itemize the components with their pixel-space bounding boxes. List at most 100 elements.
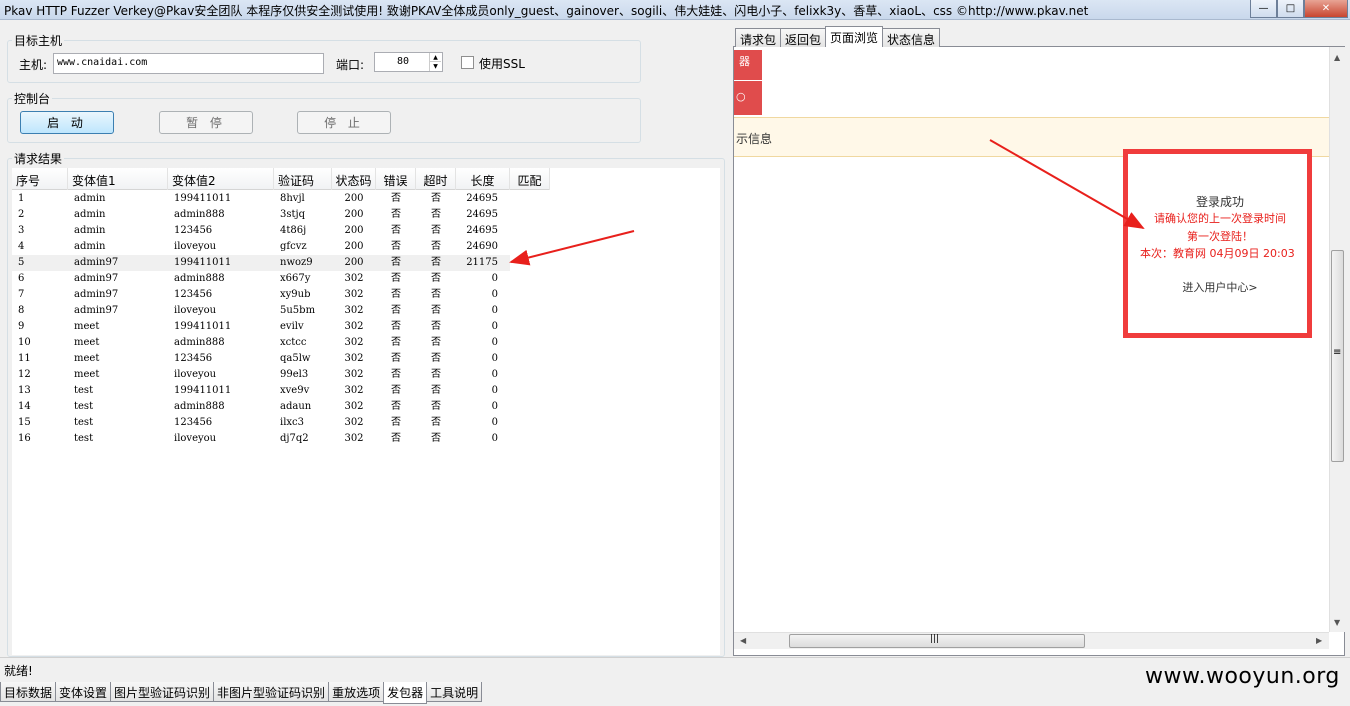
table-cell-col-index: 2 bbox=[18, 209, 25, 220]
grid-header-col-captcha[interactable]: 验证码 bbox=[274, 168, 332, 190]
maximize-button[interactable]: □ bbox=[1277, 0, 1304, 18]
table-row[interactable]: 9 meet 199411011 evilv 302 否 否 0 bbox=[12, 319, 510, 335]
results-label: 请求结果 bbox=[12, 150, 65, 167]
table-row[interactable]: 1 admin 199411011 8hvjl 200 否 否 24695 bbox=[12, 191, 510, 207]
table-cell-col-captcha: xy9ub bbox=[280, 289, 311, 300]
info-strip-text: 示信息 bbox=[736, 132, 773, 146]
table-row[interactable]: 5 admin97 199411011 nwoz9 200 否 否 21175 bbox=[12, 255, 510, 271]
port-spinner[interactable]: ▲ ▼ bbox=[429, 53, 441, 71]
tab-variant-settings[interactable]: 变体设置 bbox=[55, 682, 112, 702]
grid-header-col-variant-1[interactable]: 变体值1 bbox=[68, 168, 168, 190]
table-row[interactable]: 16 test iloveyou dj7q2 302 否 否 0 bbox=[12, 431, 510, 447]
tab-non-image-captcha[interactable]: 非图片型验证码识别 bbox=[213, 682, 330, 702]
table-cell-col-error: 否 bbox=[391, 401, 401, 412]
table-cell-col-status: 302 bbox=[344, 385, 364, 396]
tab-status-info[interactable]: 状态信息 bbox=[882, 28, 941, 47]
tab-replay-options[interactable]: 重放选项 bbox=[328, 682, 385, 702]
table-cell-col-variant-1: test bbox=[74, 433, 94, 444]
table-row[interactable]: 8 admin97 iloveyou 5u5bm 302 否 否 0 bbox=[12, 303, 510, 319]
table-row[interactable]: 15 test 123456 ilxc3 302 否 否 0 bbox=[12, 415, 510, 431]
host-input[interactable]: www.cnaidai.com bbox=[53, 53, 324, 74]
table-cell-col-error: 否 bbox=[391, 353, 401, 364]
grid-header-col-match[interactable]: 匹配 bbox=[510, 168, 550, 190]
table-cell-col-status: 302 bbox=[344, 337, 364, 348]
table-cell-col-index: 5 bbox=[18, 257, 25, 268]
table-row[interactable]: 13 test 199411011 xve9v 302 否 否 0 bbox=[12, 383, 510, 399]
close-button[interactable]: ✕ bbox=[1304, 0, 1348, 18]
right-tabs: 请求包 返回包 页面浏览 状态信息 bbox=[735, 26, 941, 47]
vertical-scroll-thumb[interactable]: ≡ bbox=[1331, 250, 1344, 462]
table-cell-col-length: 21175 bbox=[466, 257, 498, 268]
table-row[interactable]: 3 admin 123456 4t86j 200 否 否 24695 bbox=[12, 223, 510, 239]
table-cell-col-captcha: 8hvjl bbox=[280, 193, 305, 204]
table-row[interactable]: 4 admin iloveyou gfcvz 200 否 否 24690 bbox=[12, 239, 510, 255]
spin-down-icon[interactable]: ▼ bbox=[430, 62, 441, 71]
tab-tool-help[interactable]: 工具说明 bbox=[426, 682, 483, 702]
table-cell-col-index: 6 bbox=[18, 273, 25, 284]
tab-request[interactable]: 请求包 bbox=[735, 28, 782, 47]
minimize-button[interactable]: — bbox=[1250, 0, 1277, 18]
table-cell-col-error: 否 bbox=[391, 305, 401, 316]
grid-header-col-length[interactable]: 长度 bbox=[456, 168, 510, 190]
table-cell-col-index: 10 bbox=[18, 337, 31, 348]
table-row[interactable]: 14 test admin888 adaun 302 否 否 0 bbox=[12, 399, 510, 415]
tab-target-data[interactable]: 目标数据 bbox=[0, 682, 57, 702]
table-row[interactable]: 10 meet admin888 xctcc 302 否 否 0 bbox=[12, 335, 510, 351]
tab-sender[interactable]: 发包器 bbox=[383, 682, 428, 704]
table-cell-col-variant-1: test bbox=[74, 385, 94, 396]
tab-page-view[interactable]: 页面浏览 bbox=[825, 26, 884, 47]
start-button[interactable]: 启 动 bbox=[20, 111, 114, 134]
vertical-scrollbar[interactable]: ▲ ≡ ▼ bbox=[1329, 47, 1345, 632]
table-cell-col-index: 14 bbox=[18, 401, 31, 412]
red-block-1-text: 器 bbox=[739, 55, 750, 68]
table-row[interactable]: 12 meet iloveyou 99el3 302 否 否 0 bbox=[12, 367, 510, 383]
grid-header-col-timeout[interactable]: 超时 bbox=[416, 168, 456, 190]
table-row[interactable]: 6 admin97 admin888 x667y 302 否 否 0 bbox=[12, 271, 510, 287]
results-grid[interactable]: 序号 变体值1 变体值2 验证码 状态码 错误 超时 长度 匹配 1 admin 199411011… bbox=[12, 168, 720, 655]
scroll-right-icon[interactable]: ▶ bbox=[1316, 636, 1322, 645]
table-cell-col-timeout: 否 bbox=[431, 241, 441, 252]
table-cell-col-status: 200 bbox=[344, 193, 364, 204]
table-cell-col-timeout: 否 bbox=[431, 417, 441, 428]
table-cell-col-index: 7 bbox=[18, 289, 25, 300]
table-cell-col-variant-2: admin888 bbox=[174, 401, 225, 412]
table-cell-col-variant-2: iloveyou bbox=[174, 369, 217, 380]
scroll-down-icon[interactable]: ▼ bbox=[1334, 618, 1340, 627]
grid-header-col-index[interactable]: 序号 bbox=[12, 168, 68, 190]
table-row[interactable]: 11 meet 123456 qa5lw 302 否 否 0 bbox=[12, 351, 510, 367]
minimize-icon: — bbox=[1258, 3, 1269, 14]
grid-header-col-variant-2[interactable]: 变体值2 bbox=[168, 168, 274, 190]
pause-button[interactable]: 暂 停 bbox=[159, 111, 253, 134]
table-cell-col-error: 否 bbox=[391, 337, 401, 348]
scroll-up-icon[interactable]: ▲ bbox=[1334, 53, 1340, 62]
grid-header-col-status[interactable]: 状态码 bbox=[332, 168, 376, 190]
table-cell-col-variant-2: iloveyou bbox=[174, 241, 217, 252]
ssl-checkbox[interactable] bbox=[461, 56, 474, 69]
port-label: 端口: bbox=[336, 58, 365, 72]
close-icon: ✕ bbox=[1321, 3, 1331, 14]
horizontal-scroll-thumb[interactable]: ||| bbox=[789, 634, 1085, 648]
table-cell-col-variant-2: admin888 bbox=[174, 209, 225, 220]
window-title: Pkav HTTP Fuzzer Verkey@Pkav安全团队 本程序仅供安全… bbox=[4, 4, 1089, 18]
table-cell-col-index: 13 bbox=[18, 385, 31, 396]
table-cell-col-status: 200 bbox=[344, 225, 364, 236]
stop-button[interactable]: 停 止 bbox=[297, 111, 391, 134]
table-row[interactable]: 7 admin97 123456 xy9ub 302 否 否 0 bbox=[12, 287, 510, 303]
grid-header-col-error[interactable]: 错误 bbox=[376, 168, 416, 190]
scroll-left-icon[interactable]: ◀ bbox=[740, 636, 746, 645]
table-cell-col-variant-1: meet bbox=[74, 353, 100, 364]
table-cell-col-timeout: 否 bbox=[431, 305, 441, 316]
table-cell-col-variant-2: 123456 bbox=[174, 417, 213, 428]
table-cell-col-length: 0 bbox=[491, 353, 498, 364]
user-center-link[interactable]: 进入用户中心> bbox=[1128, 279, 1307, 295]
table-cell-col-length: 0 bbox=[491, 289, 498, 300]
table-cell-col-timeout: 否 bbox=[431, 385, 441, 396]
table-row[interactable]: 2 admin admin888 3stjq 200 否 否 24695 bbox=[12, 207, 510, 223]
tab-image-captcha[interactable]: 图片型验证码识别 bbox=[110, 682, 215, 702]
spin-up-icon[interactable]: ▲ bbox=[430, 53, 441, 62]
table-cell-col-variant-2: 123456 bbox=[174, 225, 213, 236]
horizontal-scrollbar[interactable]: ◀ ||| ▶ bbox=[734, 632, 1329, 649]
tab-response[interactable]: 返回包 bbox=[780, 28, 827, 47]
table-cell-col-timeout: 否 bbox=[431, 321, 441, 332]
table-cell-col-error: 否 bbox=[391, 273, 401, 284]
